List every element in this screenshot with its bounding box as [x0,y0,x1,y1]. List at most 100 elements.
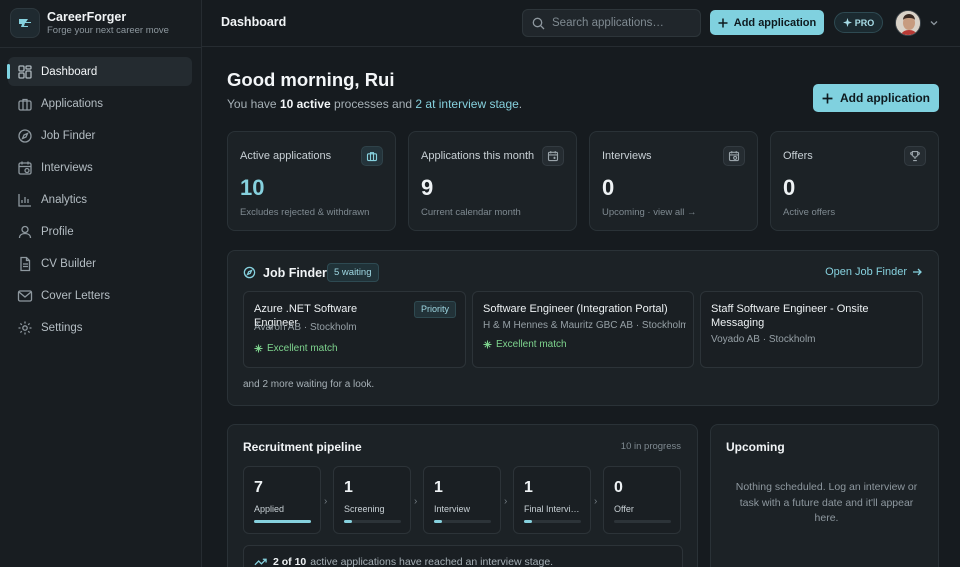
sidebar-nav: Dashboard Applications Job Finder Interv… [7,57,192,345]
stat-card-offers[interactable]: Offers 0 Active offers [770,131,939,231]
sparkle-icon [842,18,852,27]
job-company: Voyado AB · Stockholm [711,334,816,345]
match-indicator: Excellent match [483,339,567,350]
sidebar-item-label: Dashboard [41,65,98,78]
sidebar-item-settings[interactable]: Settings [8,313,192,342]
interview-stage-link[interactable]: 2 at interview stage [415,97,518,111]
job-card[interactable]: Azure .NET Software Engineer Priority Av… [243,291,466,368]
recruitment-pipeline-panel: Recruitment pipeline 10 in progress 7 Ap… [227,424,698,567]
plus-icon [718,18,728,27]
priority-badge: Priority [413,301,456,318]
brand-tagline: Forge your next career move [47,24,169,36]
search-input[interactable] [552,17,692,29]
stage-progress-fill [434,520,442,523]
stage-count: 1 [524,479,533,496]
calendar-clock-icon [723,146,745,166]
job-card[interactable]: Software Engineer (Integration Portal) H… [472,291,694,368]
calendar-icon [18,161,32,175]
sidebar-item-cover-letters[interactable]: Cover Letters [8,281,192,310]
job-company: Avaron AB · Stockholm [254,322,357,333]
add-application-label: Add application [840,91,930,105]
arrow-right-icon [913,268,922,276]
brand[interactable]: CareerForger Forge your next career move [10,8,169,38]
search-icon [532,17,545,29]
compass-icon [243,266,256,279]
stage-progress-fill [344,520,352,523]
stage-progress-bar [614,520,671,523]
trending-up-icon [254,558,267,566]
sidebar-item-applications[interactable]: Applications [8,89,192,118]
document-icon [20,256,31,271]
stat-subtext: Active offers [783,207,836,218]
insight-count: 2 of 10 [273,556,307,567]
stat-value: 0 [783,175,796,200]
stage-progress-bar [524,520,581,523]
sidebar-item-label: Analytics [41,193,88,206]
stat-card-active-applications[interactable]: Active applications 10 Excludes rejected… [227,131,396,231]
sidebar-item-profile[interactable]: Profile [8,217,192,246]
chevron-right-icon: › [414,496,418,507]
brand-name: CareerForger [47,9,127,24]
chevron-right-icon: › [594,496,598,507]
stage-label: Offer [614,504,634,514]
pipeline-title: Recruitment pipeline [243,440,362,454]
stage-label: Applied [254,504,285,514]
sidebar-item-label: Settings [41,321,83,334]
greeting-title: Good morning, Rui [227,69,395,90]
pro-label: PRO [854,17,875,28]
sidebar-item-analytics[interactable]: Analytics [8,185,192,214]
chevron-right-icon: › [324,496,328,507]
mail-icon [17,289,33,302]
chevron-down-icon[interactable] [929,18,939,28]
more-jobs-text: and 2 more waiting for a look. [243,379,375,390]
job-card[interactable]: Staff Software Engineer - Onsite Messagi… [700,291,923,368]
briefcase-icon [18,98,32,111]
job-company: H & M Hennes & Mauritz GBC AB · Stockhol… [483,320,686,331]
plus-icon [822,93,833,103]
page-title: Dashboard [221,15,287,29]
stage-offer[interactable]: 0 Offer [603,466,681,534]
sidebar-item-interviews[interactable]: Interviews [8,153,192,182]
upcoming-title: Upcoming [726,440,785,454]
bar-chart-icon [18,193,31,207]
stage-count: 1 [434,479,443,496]
stat-card-interviews[interactable]: Interviews 0 Upcoming · view all → [589,131,758,231]
sidebar-item-label: Job Finder [41,129,96,142]
stat-subtext: Excludes rejected & withdrawn [240,207,370,218]
waiting-badge: 5 waiting [327,263,379,282]
insight-text: active applications have reached an inte… [310,556,554,567]
search-box[interactable] [522,9,701,37]
stat-card-applications-month[interactable]: Applications this month 9 Current calend… [408,131,577,231]
stat-subtext: Current calendar month [421,207,521,218]
open-job-finder-link[interactable]: Open Job Finder [825,266,922,278]
stage-progress-fill [524,520,532,523]
topbar: Dashboard Add application PRO [202,0,960,47]
sidebar-item-label: Interviews [41,161,93,174]
job-title: Staff Software Engineer - Onsite Messagi… [711,303,869,329]
stat-title: Active applications [240,150,332,162]
sidebar-item-label: Cover Letters [41,289,111,302]
stage-screening[interactable]: 1 Screening [333,466,411,534]
sidebar-item-label: Profile [41,225,74,238]
stage-applied[interactable]: 7 Applied [243,466,321,534]
stage-progress-bar [434,520,491,523]
upcoming-panel: Upcoming Nothing scheduled. Log an inter… [710,424,939,567]
match-label: Excellent match [496,339,567,350]
add-application-button[interactable]: Add application [813,84,939,112]
sidebar-item-cv-builder[interactable]: CV Builder [8,249,192,278]
pro-badge[interactable]: PRO [834,12,883,33]
avatar[interactable] [895,10,921,36]
stage-count: 1 [344,479,353,496]
summary-text: You have [227,97,277,111]
job-finder-title: Job Finder [263,266,327,280]
sidebar-item-dashboard[interactable]: Dashboard [7,57,192,86]
logo-icon [10,8,40,38]
stage-interview[interactable]: 1 Interview [423,466,501,534]
stage-final-interview[interactable]: 1 Final Interview [513,466,591,534]
gear-icon [18,321,32,334]
add-application-button[interactable]: Add application [710,10,824,35]
sparkle-icon [254,344,263,353]
sidebar-item-job-finder[interactable]: Job Finder [8,121,192,150]
view-all-interviews-link[interactable]: Upcoming · view all → [602,207,697,218]
summary-text: . [518,97,523,111]
